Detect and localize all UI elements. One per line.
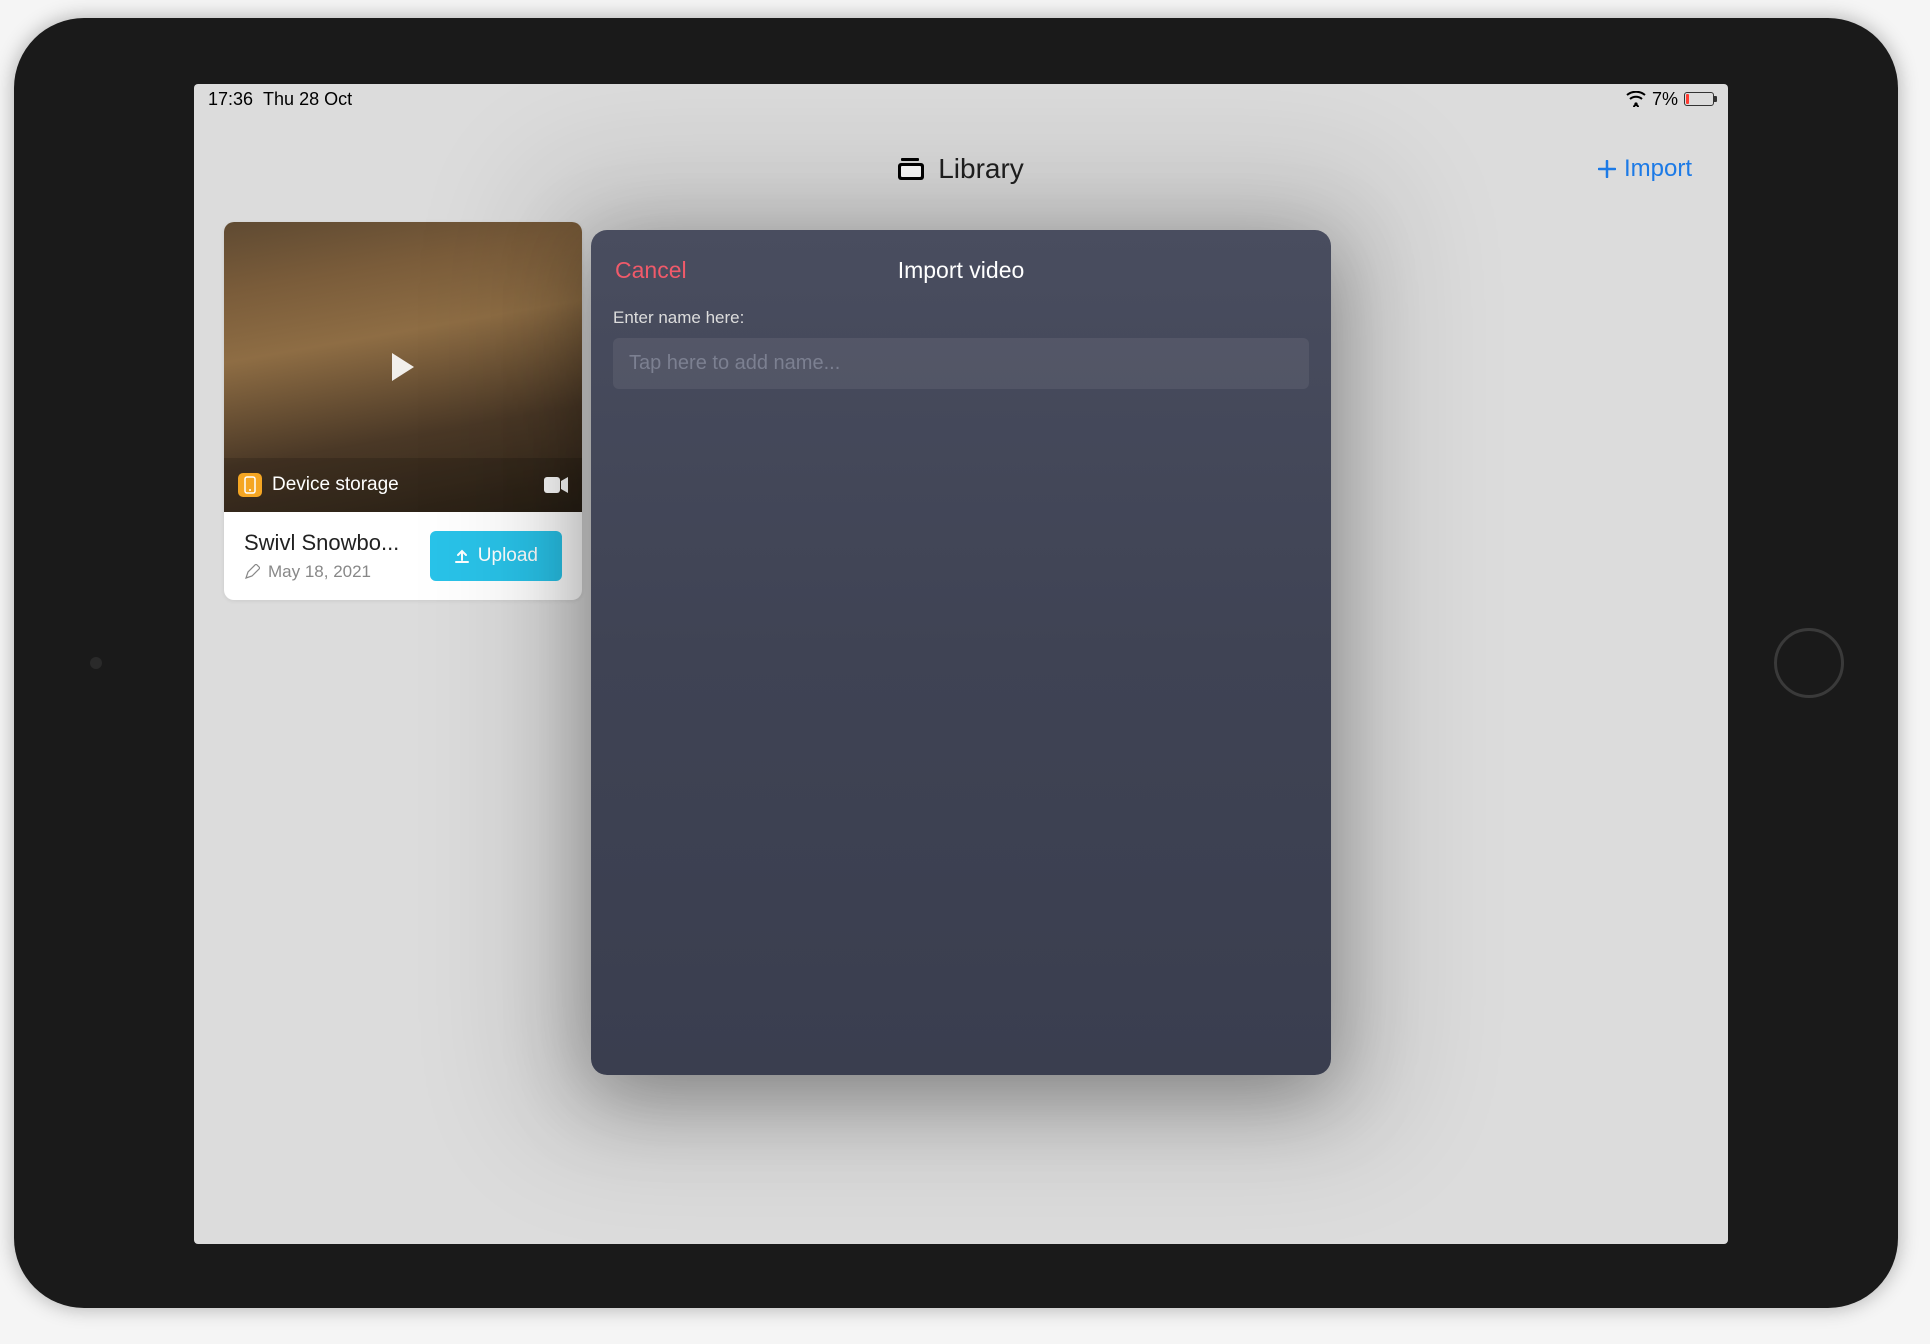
upload-icon [454,548,470,564]
video-camera-icon [544,477,568,493]
import-button[interactable]: Import [1598,155,1692,183]
import-label: Import [1624,155,1692,183]
video-title: Swivl Snowbo... [244,530,414,556]
video-date: May 18, 2021 [268,562,371,582]
video-card[interactable]: Device storage Swivl Snowbo... May 18, 2… [224,222,582,600]
home-button[interactable] [1774,628,1844,698]
modal-title: Import video [898,257,1025,284]
video-thumbnail[interactable]: Device storage [224,222,582,512]
status-time: 17:36 [208,89,253,110]
upload-button[interactable]: Upload [430,531,562,581]
page-title: Library [938,153,1024,185]
battery-percent: 7% [1652,89,1678,110]
cancel-button[interactable]: Cancel [615,257,687,284]
plus-icon [1598,160,1616,178]
screen: 17:36 Thu 28 Oct 7% Library [194,84,1728,1244]
device-storage-icon [238,473,262,497]
wifi-icon [1626,91,1646,107]
status-bar: 17:36 Thu 28 Oct 7% [194,84,1728,114]
upload-label: Upload [478,545,538,567]
import-video-modal: Cancel Import video Enter name here: [591,230,1331,1075]
edit-icon [244,564,260,580]
storage-label: Device storage [272,474,399,496]
app-header: Library Import [194,134,1728,204]
status-date: Thu 28 Oct [263,89,352,110]
library-icon [898,158,924,180]
play-icon [392,353,414,381]
battery-icon [1684,92,1714,106]
tablet-frame: 17:36 Thu 28 Oct 7% Library [14,18,1898,1308]
video-name-input[interactable] [613,338,1309,389]
name-field-label: Enter name here: [613,308,1309,328]
